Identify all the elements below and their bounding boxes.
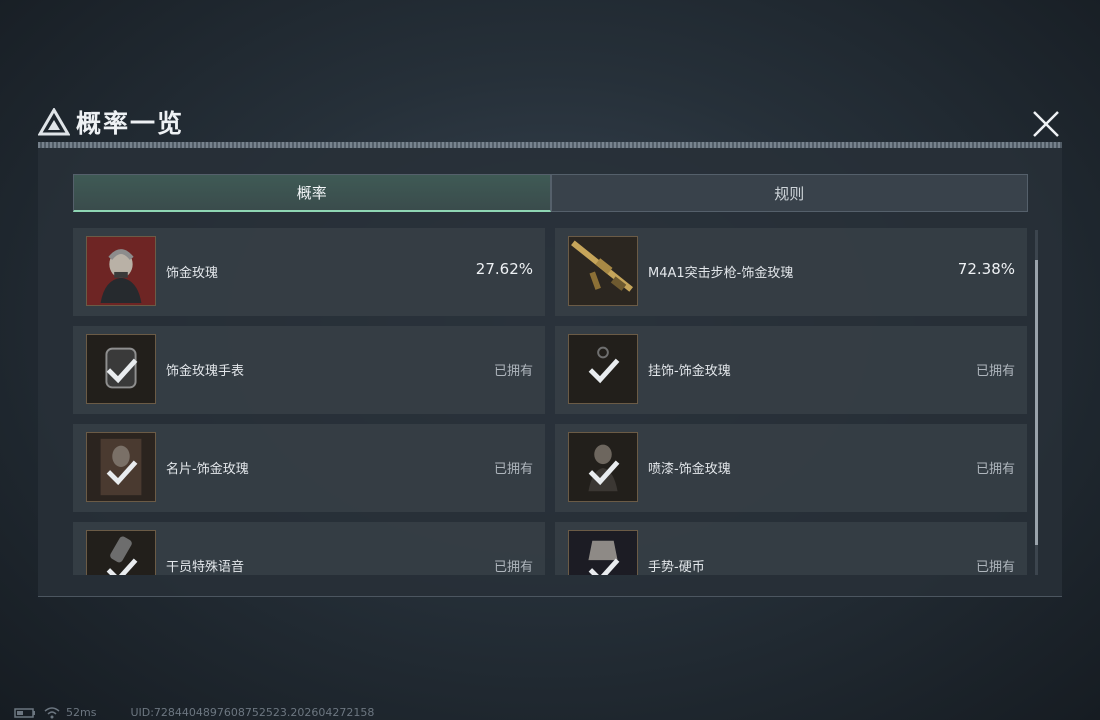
header: 概率一览 (38, 104, 184, 140)
owned-status: 已拥有 (493, 560, 533, 575)
item-name: 饰金玫瑰手表 (166, 364, 245, 379)
tab-rules[interactable]: 规则 (550, 174, 1028, 212)
operator-portrait-icon (86, 236, 156, 306)
owned-status: 已拥有 (975, 462, 1015, 477)
list-item[interactable]: M4A1突击步枪-饰金玫瑰 72.38% (555, 228, 1027, 316)
watch-icon (86, 334, 156, 404)
item-name: 挂饰-饰金玫瑰 (648, 364, 731, 379)
owned-status: 已拥有 (975, 560, 1015, 575)
list-item[interactable]: 喷漆-饰金玫瑰 已拥有 (555, 424, 1027, 512)
tab-bar: 概率 规则 (73, 174, 1028, 212)
list-item[interactable]: 手势-硬币 已拥有 (555, 522, 1027, 575)
item-name: M4A1突击步枪-饰金玫瑰 (648, 266, 794, 281)
uid-readout: UID:7284404897608752523.202604272158 (130, 706, 375, 719)
owned-status: 已拥有 (493, 364, 533, 379)
probability-panel: 概率 规则 饰金玫瑰 27.62% M4A1突击步枪-饰金玫瑰 72.38% 饰… (38, 148, 1062, 597)
battery-icon (14, 707, 35, 718)
close-icon[interactable] (1028, 108, 1064, 140)
item-name: 喷漆-饰金玫瑰 (648, 462, 731, 477)
page-title: 概率一览 (76, 109, 185, 138)
gesture-coin-icon (568, 530, 638, 575)
owned-status: 已拥有 (493, 462, 533, 477)
wifi-icon (44, 706, 60, 718)
scrollbar-thumb[interactable] (1035, 260, 1038, 545)
list-item[interactable]: 干员特殊语音 已拥有 (73, 522, 545, 575)
reward-list[interactable]: 饰金玫瑰 27.62% M4A1突击步枪-饰金玫瑰 72.38% 饰金玫瑰手表 … (73, 228, 1028, 575)
delta-logo-icon (38, 108, 70, 136)
item-name: 手势-硬币 (648, 560, 705, 575)
item-name: 饰金玫瑰 (166, 266, 219, 281)
name-card-icon (86, 432, 156, 502)
owned-status: 已拥有 (975, 364, 1015, 379)
spray-icon (568, 432, 638, 502)
list-item[interactable]: 饰金玫瑰手表 已拥有 (73, 326, 545, 414)
item-name: 干员特殊语音 (166, 560, 245, 575)
ping-readout: 52ms (66, 706, 97, 719)
list-item[interactable]: 名片-饰金玫瑰 已拥有 (73, 424, 545, 512)
item-probability: 72.38% (957, 260, 1015, 278)
tab-probability[interactable]: 概率 (73, 174, 551, 212)
item-probability: 27.62% (475, 260, 533, 278)
item-name: 名片-饰金玫瑰 (166, 462, 249, 477)
voice-icon (86, 530, 156, 575)
charm-icon (568, 334, 638, 404)
list-item[interactable]: 挂饰-饰金玫瑰 已拥有 (555, 326, 1027, 414)
list-item[interactable]: 饰金玫瑰 27.62% (73, 228, 545, 316)
rifle-icon (568, 236, 638, 306)
status-bar: 52ms UID:7284404897608752523.20260427215… (14, 706, 384, 719)
